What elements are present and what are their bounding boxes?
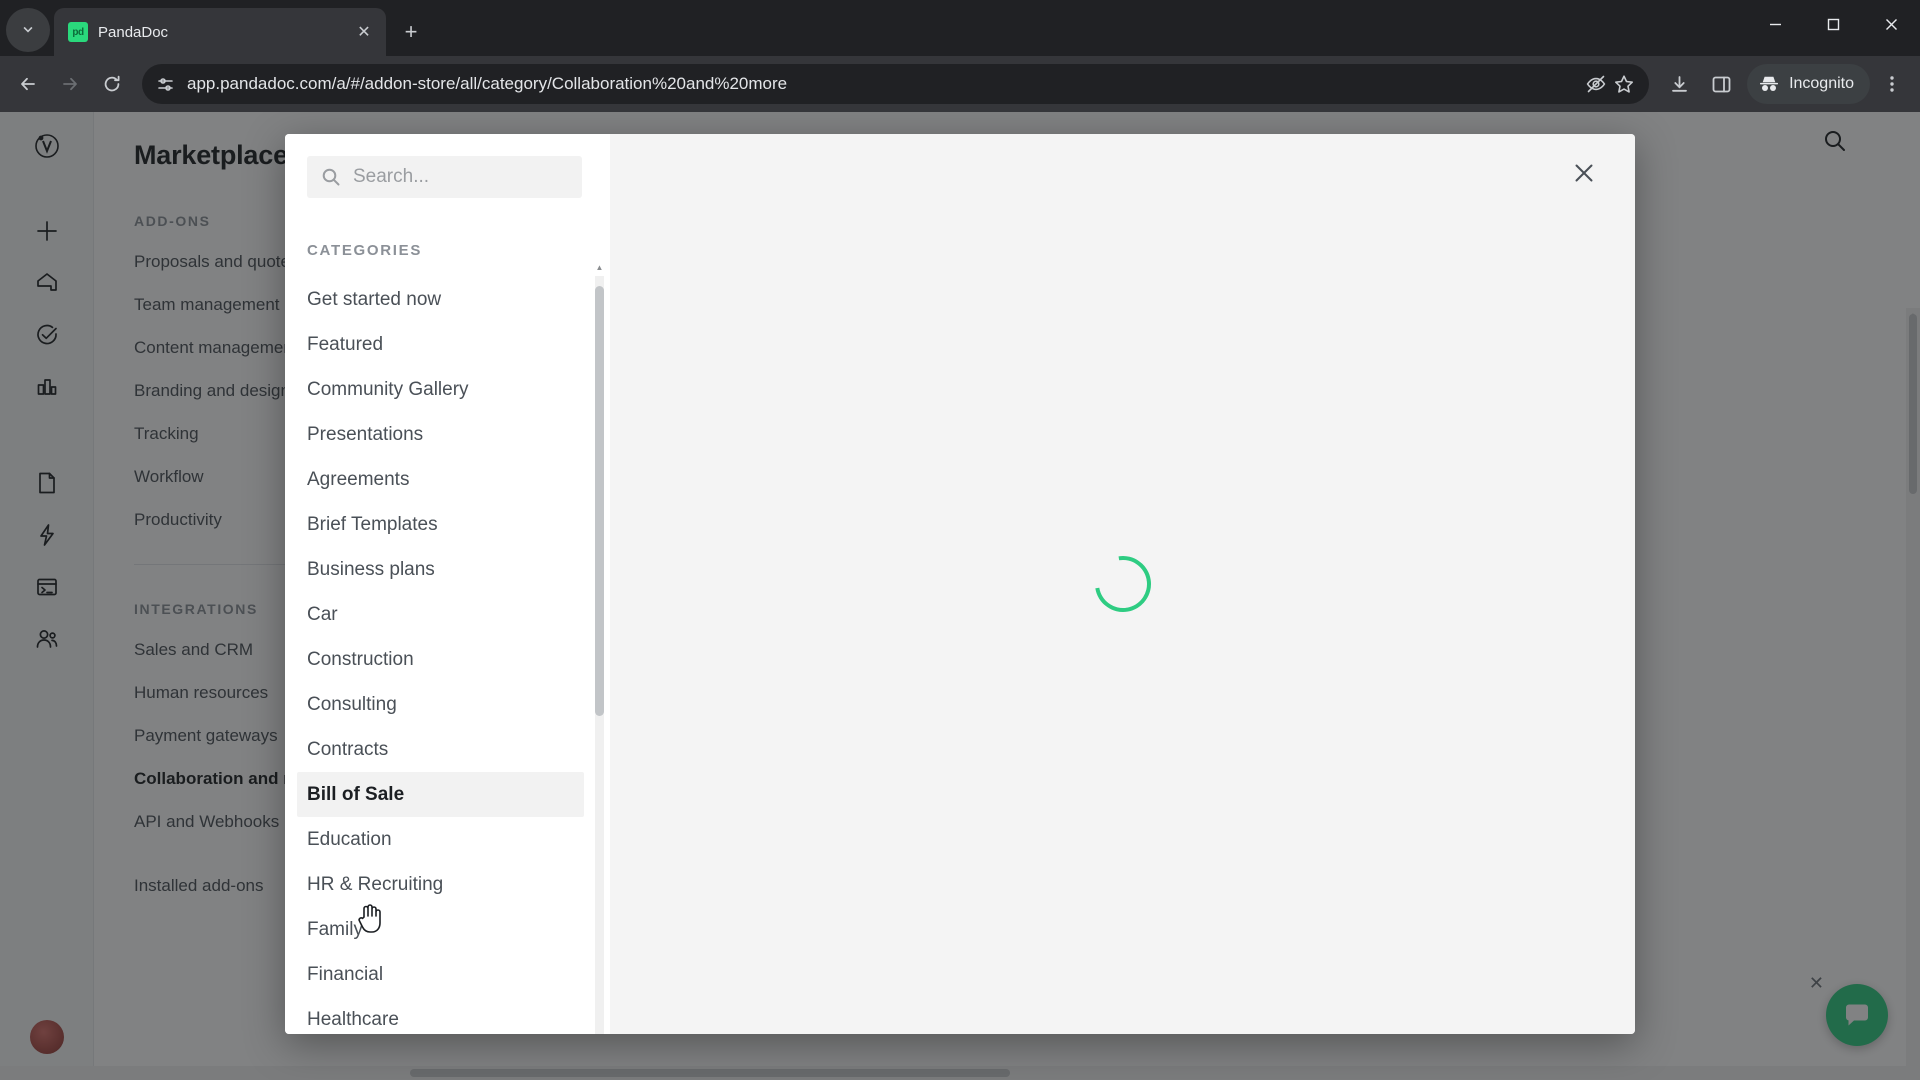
pandadoc-favicon: pd [68, 22, 88, 42]
minimize-button[interactable] [1746, 0, 1804, 48]
download-button[interactable] [1659, 64, 1699, 104]
category-item-healthcare[interactable]: Healthcare [297, 997, 584, 1034]
category-item-featured[interactable]: Featured [297, 322, 584, 367]
reload-icon [104, 75, 120, 92]
back-button[interactable] [8, 64, 48, 104]
incognito-hat-icon [1760, 76, 1779, 91]
window-controls [1746, 0, 1920, 48]
three-dots-menu-icon [1890, 76, 1894, 92]
back-arrow-icon [21, 77, 35, 91]
incognito-label: Incognito [1789, 75, 1854, 92]
category-item-brief-templates[interactable]: Brief Templates [297, 502, 584, 547]
maximize-button[interactable] [1804, 0, 1862, 48]
category-item-bill-of-sale[interactable]: Bill of Sale [297, 772, 584, 817]
category-item-get-started-now[interactable]: Get started now [297, 277, 584, 322]
browser-window: pd PandaDoc ✕ + app.pandadoc.com/a/#/add… [0, 0, 1920, 1080]
category-item-hr-recruiting[interactable]: HR & Recruiting [297, 862, 584, 907]
reload-button[interactable] [92, 64, 132, 104]
scrollbar-thumb[interactable] [595, 286, 604, 716]
forward-arrow-icon [63, 77, 77, 91]
tab-strip: pd PandaDoc ✕ + [0, 0, 1920, 56]
address-bar[interactable]: app.pandadoc.com/a/#/addon-store/all/cat… [142, 64, 1650, 104]
category-item-business-plans[interactable]: Business plans [297, 547, 584, 592]
category-item-community-gallery[interactable]: Community Gallery [297, 367, 584, 412]
url-text: app.pandadoc.com/a/#/addon-store/all/cat… [187, 74, 788, 93]
omnibox-icons [1585, 73, 1635, 95]
category-item-family[interactable]: Family [297, 907, 584, 952]
loading-spinner [1083, 544, 1162, 624]
search-input[interactable] [353, 166, 598, 188]
tab-title: PandaDoc [98, 23, 169, 41]
browser-toolbar: app.pandadoc.com/a/#/addon-store/all/cat… [0, 56, 1920, 112]
modal-search-field[interactable] [307, 156, 598, 198]
modal-content-pane [610, 134, 1635, 1034]
close-icon [1575, 164, 1593, 182]
minimize-icon [1769, 23, 1781, 25]
category-modal: CATEGORIES Get started now Featured Comm… [285, 134, 1635, 1034]
maximize-icon [1827, 18, 1839, 30]
category-item-presentations[interactable]: Presentations [297, 412, 584, 457]
category-item-contracts[interactable]: Contracts [297, 727, 584, 772]
site-settings-icon[interactable] [156, 75, 175, 94]
modal-category-sidebar: CATEGORIES Get started now Featured Comm… [285, 134, 610, 1034]
category-item-consulting[interactable]: Consulting [297, 682, 584, 727]
side-panel-button[interactable] [1701, 64, 1741, 104]
star-icon[interactable] [1613, 73, 1635, 95]
eye-off-icon[interactable] [1585, 73, 1607, 95]
browser-menu-button[interactable] [1872, 64, 1912, 104]
category-list-scrollbar[interactable]: ▲ ▼ [595, 263, 604, 1034]
category-item-education[interactable]: Education [297, 817, 584, 862]
tab-search-button[interactable] [6, 8, 50, 52]
category-item-car[interactable]: Car [297, 592, 584, 637]
category-list: Get started now Featured Community Galle… [285, 277, 610, 1034]
modal-close-button[interactable] [1567, 156, 1601, 190]
close-icon [1885, 18, 1897, 30]
chevron-down-icon [23, 26, 33, 33]
search-icon [322, 168, 340, 186]
incognito-indicator[interactable]: Incognito [1747, 64, 1870, 104]
page-viewport: Marketplace ADD-ONS Proposals and quotes… [0, 112, 1920, 1080]
category-item-financial[interactable]: Financial [297, 952, 584, 997]
category-item-agreements[interactable]: Agreements [297, 457, 584, 502]
tab-close-button[interactable]: ✕ [352, 20, 376, 44]
side-panel-icon [1712, 76, 1730, 92]
forward-button[interactable] [50, 64, 90, 104]
categories-header: CATEGORIES [307, 242, 423, 259]
scroll-up-arrow[interactable]: ▲ [594, 262, 605, 273]
new-tab-button[interactable]: + [394, 15, 428, 49]
category-item-construction[interactable]: Construction [297, 637, 584, 682]
browser-tab[interactable]: pd PandaDoc ✕ [54, 8, 386, 56]
download-icon [1671, 75, 1687, 92]
close-window-button[interactable] [1862, 0, 1920, 48]
